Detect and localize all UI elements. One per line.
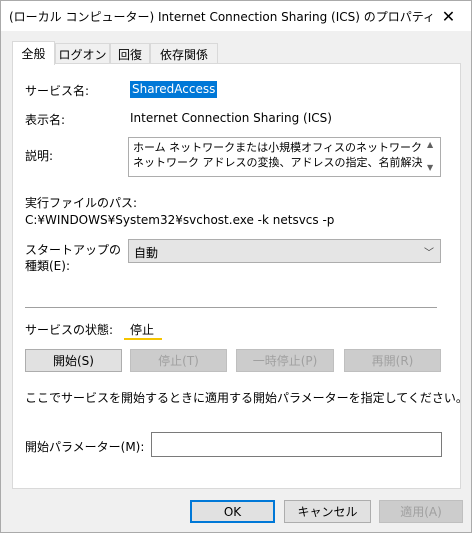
close-button[interactable]: ✕	[426, 1, 471, 31]
description-line-2: ネットワーク アドレスの変換、アドレスの指定、名前解決、およ	[133, 156, 423, 169]
startup-type-label-line1: スタートアップの	[25, 243, 122, 257]
startup-type-label-line2: 種類(E):	[25, 259, 70, 273]
service-status-label: サービスの状態:	[25, 323, 114, 337]
ok-button[interactable]: OK	[190, 500, 275, 523]
hint-text: ここでサービスを開始するときに適用する開始パラメーターを指定してください。	[25, 391, 468, 405]
tab-general[interactable]: 全般	[12, 41, 55, 65]
startup-type-select[interactable]: 自動 ﹀	[128, 239, 441, 263]
display-name-value[interactable]: Internet Connection Sharing (ICS)	[130, 111, 332, 125]
chevron-down-icon: ﹀	[424, 248, 434, 259]
tab-recovery[interactable]: 回復	[110, 43, 150, 64]
display-name-label: 表示名:	[25, 113, 66, 127]
start-params-label: 開始パラメーター(M):	[25, 440, 145, 454]
window-title: (ローカル コンピューター) Internet Connection Shari…	[9, 10, 436, 24]
separator	[25, 307, 437, 308]
tab-dependencies[interactable]: 依存関係	[150, 43, 218, 64]
tab-logon[interactable]: ログオン	[55, 43, 110, 64]
description-scrollbar[interactable]: ▲ ▼	[423, 138, 440, 176]
exe-path-value[interactable]: C:¥WINDOWS¥System32¥svchost.exe -k netsv…	[25, 213, 334, 227]
cancel-button[interactable]: キャンセル	[284, 500, 371, 523]
description-line-1: ホーム ネットワークまたは小規模オフィスのネットワークに対して	[133, 141, 423, 154]
description-box[interactable]: ホーム ネットワークまたは小規模オフィスのネットワークに対して ネットワーク ア…	[128, 137, 441, 177]
startup-type-value: 自動	[134, 246, 159, 260]
service-name-value[interactable]: SharedAccess	[130, 81, 218, 98]
service-name-label: サービス名:	[25, 84, 90, 98]
exe-path-label: 実行ファイルのパス:	[25, 196, 138, 210]
description-text: ホーム ネットワークまたは小規模オフィスのネットワークに対して ネットワーク ア…	[133, 140, 423, 170]
stop-button[interactable]: 停止(T)	[130, 349, 227, 372]
service-status-value: 停止	[130, 323, 155, 337]
resume-button[interactable]: 再開(R)	[344, 349, 441, 372]
properties-dialog: (ローカル コンピューター) Internet Connection Shari…	[0, 0, 472, 533]
pause-button[interactable]: 一時停止(P)	[236, 349, 334, 372]
apply-button[interactable]: 適用(A)	[379, 500, 463, 523]
description-label: 説明:	[25, 149, 54, 163]
title-bar[interactable]: (ローカル コンピューター) Internet Connection Shari…	[1, 1, 471, 31]
start-button[interactable]: 開始(S)	[25, 349, 122, 372]
start-params-input[interactable]	[151, 432, 442, 457]
general-tab-panel	[12, 63, 461, 489]
scroll-down-icon[interactable]: ▼	[427, 163, 433, 172]
status-highlight	[124, 338, 162, 340]
close-icon: ✕	[441, 6, 456, 26]
scroll-up-icon[interactable]: ▲	[427, 140, 433, 149]
